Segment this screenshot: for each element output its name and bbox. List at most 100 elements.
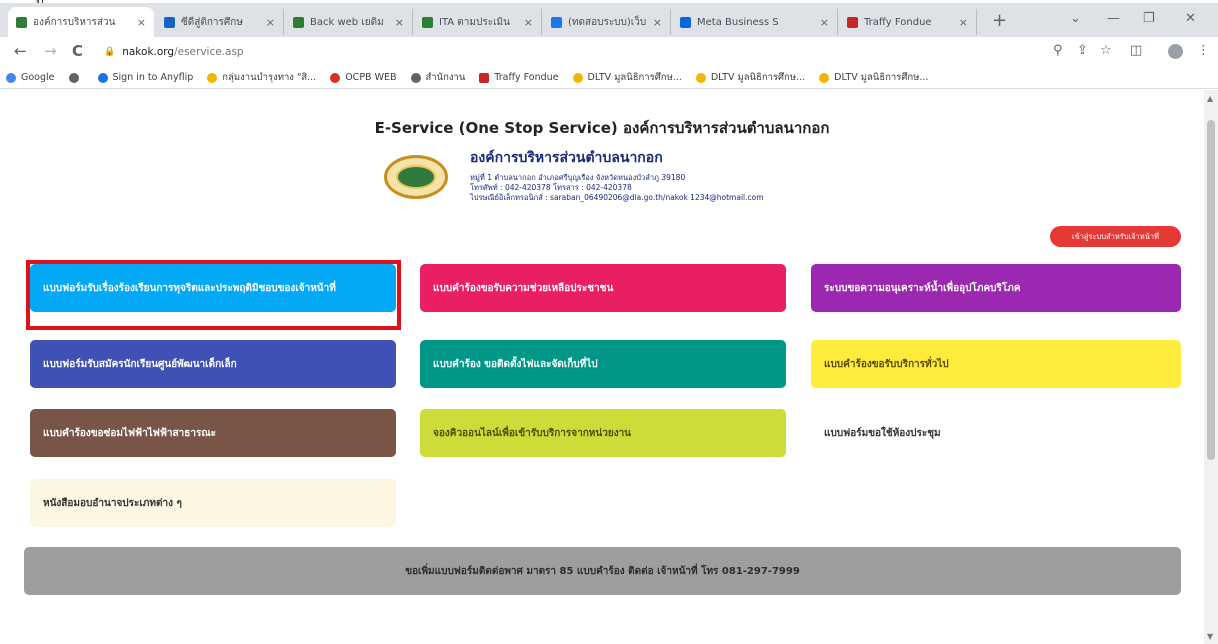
bookmark-9[interactable]: DLTV มูลนิธิการศึกษ... bbox=[819, 70, 928, 85]
bookmark-star-icon[interactable]: ☆ bbox=[1100, 44, 1112, 58]
tab-title: องค์การบริหารส่วน bbox=[33, 16, 116, 28]
bookmark-favicon bbox=[97, 72, 108, 83]
new-tab-plus-icon[interactable]: + bbox=[992, 12, 1007, 30]
bookmarks-bar: Google Sign in to Anyflip กลุ่มงานบำรุงท… bbox=[0, 67, 1218, 89]
tab-title: Meta Business S bbox=[697, 16, 779, 28]
bookmark-label: DLTV มูลนิธิการศึกษ... bbox=[710, 72, 806, 83]
tab-favicon bbox=[551, 16, 562, 28]
bookmark-label: Google bbox=[21, 72, 55, 83]
bookmark-label: กลุ่มงานบำรุงทาง "สิ... bbox=[222, 72, 317, 83]
tab-favicon bbox=[16, 16, 27, 28]
page-title: E-Service (One Stop Service) องค์การบริห… bbox=[374, 119, 830, 137]
tab-favicon bbox=[293, 16, 304, 28]
tab-favicon bbox=[164, 16, 175, 28]
tab-3[interactable]: ITA ตามประเมิน × bbox=[414, 9, 542, 35]
bookmark-favicon bbox=[819, 72, 830, 83]
bookmark-label: สำนักงาน bbox=[425, 72, 466, 83]
card-online-queue[interactable]: จองคิวออนไลน์เพื่อเข้ารับบริการจากหน่วยง… bbox=[420, 409, 786, 457]
globe-icon bbox=[68, 72, 79, 83]
side-panel-icon[interactable]: ◫ bbox=[1130, 44, 1142, 58]
tab-close-icon[interactable]: × bbox=[524, 16, 533, 29]
contact-banner[interactable]: ขอเพิ่มแบบฟอร์มติดต่อพาศ มาตรา 85 แบบคำร… bbox=[24, 547, 1181, 595]
org-logo bbox=[384, 155, 448, 199]
lock-icon[interactable]: 🔒 bbox=[104, 47, 115, 57]
bookmark-favicon bbox=[6, 72, 16, 83]
bookmark-label: DLTV มูลนิธิการศึกษ... bbox=[834, 72, 929, 83]
tab-search-chevron-icon[interactable]: ⌄ bbox=[1070, 11, 1081, 26]
org-header: องค์การบริหารส่วนตำบลนากอก หมู่ที่ 1 ตำบ… bbox=[384, 147, 844, 217]
card-meeting-room-request[interactable]: แบบฟอร์มขอใช้ห้องประชุม bbox=[811, 409, 1181, 457]
minimize-icon[interactable]: — bbox=[1107, 11, 1120, 26]
tab-title: Back web เยดิม bbox=[310, 16, 384, 28]
card-water-request[interactable]: ระบบขอความอนุเคราะห์น้ำเพื่ออุปโภคบริโภค bbox=[811, 264, 1181, 312]
tab-title: Traffy Fondue bbox=[864, 16, 932, 28]
back-arrow-icon[interactable]: ← bbox=[14, 43, 27, 59]
bookmark-favicon bbox=[572, 72, 583, 83]
tab-1[interactable]: ซีดีสู่ติการศึกษ × bbox=[156, 9, 284, 35]
scrollbar-thumb[interactable] bbox=[1207, 120, 1215, 460]
bookmark-label: OCPB WEB bbox=[345, 72, 397, 83]
address-bar[interactable]: 🔒 nakok.org /eservice.asp bbox=[104, 41, 504, 63]
tab-close-icon[interactable]: × bbox=[820, 16, 829, 29]
tab-close-icon[interactable]: × bbox=[653, 16, 662, 29]
bookmark-1[interactable] bbox=[68, 72, 84, 83]
bookmark-label: DLTV มูลนิธิการศึกษ... bbox=[587, 72, 682, 83]
tab-title: ITA ตามประเมิน bbox=[439, 16, 510, 28]
url-path: /eservice.asp bbox=[174, 46, 244, 58]
bookmark-6[interactable]: Traffy Fondue bbox=[479, 72, 559, 83]
browser-toolbar: ← → C 🔒 nakok.org /eservice.asp ⚲ ⇪ ☆ ◫ … bbox=[0, 37, 1218, 67]
zoom-icon[interactable]: ⚲ bbox=[1053, 44, 1063, 58]
tab-6[interactable]: Traffy Fondue × bbox=[839, 9, 977, 35]
kebab-menu-icon[interactable]: ⋮ bbox=[1197, 44, 1210, 58]
tab-2[interactable]: Back web เยดิม × bbox=[285, 9, 413, 35]
bookmark-2[interactable]: Sign in to Anyflip bbox=[97, 72, 194, 83]
bookmark-label: Traffy Fondue bbox=[494, 72, 559, 83]
url-host: nakok.org bbox=[122, 46, 175, 58]
bookmark-favicon bbox=[330, 72, 341, 83]
tab-close-icon[interactable]: × bbox=[137, 16, 146, 29]
card-power-of-attorney[interactable]: หนังสือมอบอำนาจประเภทต่าง ๆ bbox=[30, 479, 396, 527]
bookmark-0[interactable]: Google bbox=[6, 72, 55, 83]
browser-window: ป องค์การบริหารส่วน × ซีดีสู่ติการศึกษ ×… bbox=[0, 0, 1218, 644]
scroll-up-arrow-icon[interactable]: ▲ bbox=[1207, 94, 1213, 103]
card-light-install-request[interactable]: แบบคำร้อง ขอติดตั้งไฟและจัดเก็บที่ไป bbox=[420, 340, 786, 388]
bookmark-favicon bbox=[695, 72, 706, 83]
tab-title: (ทดสอบระบบ)เว็บ bbox=[568, 16, 647, 28]
share-icon[interactable]: ⇪ bbox=[1077, 44, 1088, 58]
globe-icon bbox=[410, 72, 421, 83]
card-general-service-request[interactable]: แบบคำร้องขอรับบริการทั่วไป bbox=[811, 340, 1181, 388]
tab-close-icon[interactable]: × bbox=[266, 16, 275, 29]
card-child-center-enrollment[interactable]: แบบฟอร์มรับสมัครนักเรียนศูนย์พัฒนาเด็กเล… bbox=[30, 340, 396, 388]
bookmark-7[interactable]: DLTV มูลนิธิการศึกษ... bbox=[572, 70, 682, 85]
tab-favicon bbox=[847, 16, 858, 28]
org-name: องค์การบริหารส่วนตำบลนากอก bbox=[470, 150, 663, 166]
forward-arrow-icon[interactable]: → bbox=[44, 43, 57, 59]
window-close-icon[interactable]: ✕ bbox=[1185, 11, 1196, 26]
bookmark-8[interactable]: DLTV มูลนิธิการศึกษ... bbox=[695, 70, 806, 85]
bookmark-favicon bbox=[207, 72, 218, 83]
web-page: E-Service (One Stop Service) องค์การบริห… bbox=[0, 90, 1204, 644]
tab-close-icon[interactable]: × bbox=[395, 16, 404, 29]
bookmark-4[interactable]: OCPB WEB bbox=[330, 72, 397, 83]
tab-close-icon[interactable]: × bbox=[959, 16, 968, 29]
tab-favicon bbox=[422, 16, 433, 28]
card-complaint-form[interactable]: แบบฟอร์มรับเรื่องร้องเรียนการทุจริตและปร… bbox=[30, 264, 396, 312]
tab-favicon bbox=[680, 16, 691, 28]
staff-login-button[interactable]: เข้าสู่ระบบสำหรับเจ้าหน้าที่ bbox=[1050, 226, 1181, 247]
tab-4[interactable]: (ทดสอบระบบ)เว็บ × bbox=[543, 9, 671, 35]
scroll-down-arrow-icon[interactable]: ▼ bbox=[1207, 632, 1213, 641]
maximize-icon[interactable]: ❐ bbox=[1143, 11, 1155, 26]
bookmark-favicon bbox=[479, 72, 490, 83]
profile-avatar[interactable] bbox=[1168, 44, 1183, 59]
tab-0[interactable]: องค์การบริหารส่วน × bbox=[8, 7, 154, 37]
tab-5[interactable]: Meta Business S × bbox=[672, 9, 838, 35]
tab-title: ซีดีสู่ติการศึกษ bbox=[181, 16, 243, 28]
bookmark-5[interactable]: สำนักงาน bbox=[410, 70, 466, 85]
card-help-request[interactable]: แบบคำร้องขอรับความช่วยเหลือประชาชน bbox=[420, 264, 786, 312]
bookmark-3[interactable]: กลุ่มงานบำรุงทาง "สิ... bbox=[207, 70, 316, 85]
bookmark-label: Sign in to Anyflip bbox=[112, 72, 194, 83]
org-logo-emblem bbox=[396, 165, 436, 189]
reload-icon[interactable]: C bbox=[72, 43, 83, 59]
card-streetlight-repair[interactable]: แบบคำร้องขอซ่อมไฟฟ้าไฟฟ้าสาธารณะ bbox=[30, 409, 396, 457]
org-email: ไปรษณีย์อิเล็กทรอนิกส์ : saraban_0649020… bbox=[470, 193, 764, 202]
